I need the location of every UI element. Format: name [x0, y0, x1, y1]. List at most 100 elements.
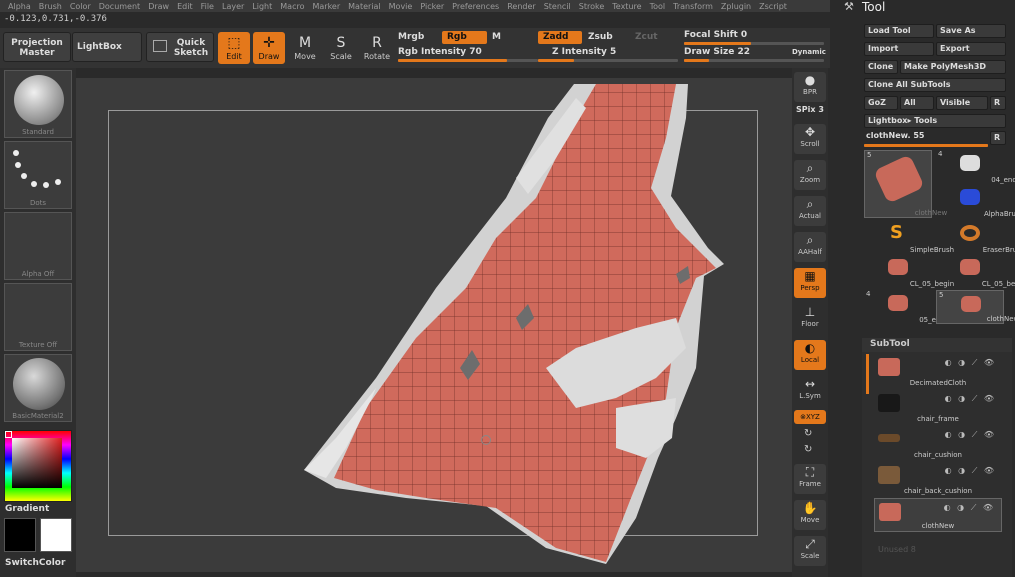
- color-picker[interactable]: [4, 430, 72, 502]
- xyz-button[interactable]: ⊗XYZ: [794, 410, 826, 424]
- floor-button[interactable]: ⊥ Floor: [794, 304, 826, 334]
- zcut-toggle[interactable]: Zcut: [635, 32, 658, 42]
- menu-item-preferences[interactable]: Preferences: [448, 2, 503, 11]
- scale-view-button[interactable]: ⤢ Scale: [794, 536, 826, 566]
- menu-item-tool[interactable]: Tool: [646, 2, 670, 11]
- subtool-visibility-icons[interactable]: ◐ ◑ ⟋ 👁: [944, 503, 995, 513]
- menu-item-render[interactable]: Render: [503, 2, 539, 11]
- goz-button[interactable]: GoZ: [864, 96, 898, 110]
- menu-item-stroke[interactable]: Stroke: [575, 2, 609, 11]
- rotate-small-icon[interactable]: ↻: [804, 428, 812, 439]
- mrgb-toggle[interactable]: Mrgb: [398, 32, 424, 42]
- scroll-button[interactable]: ✥ Scroll: [794, 124, 826, 154]
- menu-item-alpha[interactable]: Alpha: [4, 2, 35, 11]
- zoom-button[interactable]: ⌕ Zoom: [794, 160, 826, 190]
- z-intensity-slider[interactable]: [538, 59, 678, 62]
- edit-button[interactable]: ⬚ Edit: [218, 32, 250, 64]
- scale-button[interactable]: S Scale: [325, 32, 357, 64]
- subtool-item-chair-frame[interactable]: ◐ ◑ ⟋ 👁 chair_frame: [874, 390, 1002, 424]
- m-toggle[interactable]: M: [492, 32, 501, 42]
- brush-thumbnail[interactable]: Standard: [4, 70, 72, 138]
- color-square[interactable]: [12, 438, 62, 488]
- tool-item-clothnew[interactable]: 5 clothNew: [936, 290, 1015, 324]
- tool-item-05-end[interactable]: 4 05_end: [864, 290, 945, 324]
- menu-item-draw[interactable]: Draw: [144, 2, 173, 11]
- all-button[interactable]: All: [900, 96, 934, 110]
- tool-item-cl05-begin-2[interactable]: CL_05_begin: [936, 254, 1015, 288]
- actual-button[interactable]: ⌕ Actual: [794, 196, 826, 226]
- projection-master-button[interactable]: Projection Master: [3, 32, 71, 62]
- draw-button[interactable]: ✛ Draw: [253, 32, 285, 64]
- local-button[interactable]: ◐ Local: [794, 340, 826, 370]
- subtool-scroll-indicator[interactable]: [866, 354, 869, 394]
- menu-item-file[interactable]: File: [197, 2, 218, 11]
- menu-item-light[interactable]: Light: [248, 2, 276, 11]
- subtool-visibility-icons[interactable]: ◐ ◑ ⟋ 👁: [945, 358, 996, 368]
- save-as-button[interactable]: Save As: [936, 24, 1006, 38]
- draw-size-slider[interactable]: [684, 59, 824, 62]
- menu-item-brush[interactable]: Brush: [35, 2, 66, 11]
- export-button[interactable]: Export: [936, 42, 1006, 56]
- menu-item-zplugin[interactable]: Zplugin: [717, 2, 755, 11]
- frame-button[interactable]: ⛶ Frame: [794, 464, 826, 494]
- rotate-button[interactable]: R Rotate: [361, 32, 393, 64]
- focal-shift-slider[interactable]: [684, 42, 824, 45]
- subtool-item-decimatedcloth[interactable]: ◐ ◑ ⟋ 👁 DecimatedCloth: [874, 354, 1002, 388]
- dynamic-toggle[interactable]: Dynamic: [792, 48, 826, 56]
- subtool-item-clothnew[interactable]: ◐ ◑ ⟋ 👁 clothNew: [874, 498, 1002, 532]
- load-tool-button[interactable]: Load Tool: [864, 24, 934, 38]
- switch-color-label[interactable]: SwitchColor: [5, 558, 65, 568]
- menu-item-layer[interactable]: Layer: [218, 2, 248, 11]
- subtool-header[interactable]: SubTool: [862, 338, 1012, 352]
- alpha-thumbnail[interactable]: Alpha Off: [4, 212, 72, 280]
- menu-item-color[interactable]: Color: [66, 2, 95, 11]
- menu-item-edit[interactable]: Edit: [173, 2, 197, 11]
- spix-label[interactable]: SPix 3: [796, 105, 824, 114]
- menu-item-zscript[interactable]: Zscript: [755, 2, 791, 11]
- gradient-label[interactable]: Gradient: [5, 504, 49, 514]
- lsym-button[interactable]: ↔ L.Sym: [794, 376, 826, 406]
- menu-item-movie[interactable]: Movie: [385, 2, 417, 11]
- rgb-toggle[interactable]: Rgb: [442, 31, 487, 44]
- aahalf-button[interactable]: ⌕ AAHalf: [794, 232, 826, 262]
- rgb-intensity-slider[interactable]: [398, 59, 538, 62]
- current-tool-slider-label[interactable]: clothNew. 55: [866, 131, 924, 140]
- subtool-item-chair-cushion[interactable]: ◐ ◑ ⟋ 👁 chair_cushion: [874, 426, 1002, 460]
- move-button[interactable]: M Move: [289, 32, 321, 64]
- menu-item-material[interactable]: Material: [344, 2, 385, 11]
- visible-button[interactable]: Visible: [936, 96, 988, 110]
- zsub-toggle[interactable]: Zsub: [588, 32, 613, 42]
- rotate-small-icon-2[interactable]: ↻: [804, 444, 812, 455]
- make-polymesh-button[interactable]: Make PolyMesh3D: [900, 60, 1006, 74]
- secondary-color-swatch[interactable]: [40, 518, 72, 552]
- tool-item-04-end[interactable]: 4 04_end: [936, 150, 1015, 184]
- current-tool-slider[interactable]: [864, 144, 988, 147]
- clone-button[interactable]: Clone: [864, 60, 898, 74]
- stroke-thumbnail[interactable]: Dots: [4, 141, 72, 209]
- menu-item-transform[interactable]: Transform: [669, 2, 717, 11]
- zadd-toggle[interactable]: Zadd: [538, 31, 582, 44]
- lightbox-tools-button[interactable]: Lightbox▸ Tools: [864, 114, 1006, 128]
- tool-item-simplebrush[interactable]: S SimpleBrush: [864, 220, 954, 254]
- menu-item-stencil[interactable]: Stencil: [540, 2, 575, 11]
- tool-item-alphabrush[interactable]: AlphaBrush: [936, 184, 1015, 218]
- import-button[interactable]: Import: [864, 42, 934, 56]
- subtool-visibility-icons[interactable]: ◐ ◑ ⟋ 👁: [945, 430, 996, 440]
- tool-item-cl05-begin[interactable]: CL_05_begin: [864, 254, 954, 288]
- r-button[interactable]: R: [990, 96, 1006, 110]
- current-tool-r-button[interactable]: R: [990, 131, 1006, 145]
- subtool-visibility-icons[interactable]: ◐ ◑ ⟋ 👁: [945, 466, 996, 476]
- menu-item-document[interactable]: Document: [95, 2, 144, 11]
- clone-all-subtools-button[interactable]: Clone All SubTools: [864, 78, 1006, 92]
- lightbox-button[interactable]: LightBox: [72, 32, 142, 62]
- tool-item-clothnew-large[interactable]: 5 clothNew: [864, 150, 947, 218]
- texture-thumbnail[interactable]: Texture Off: [4, 283, 72, 351]
- move-view-button[interactable]: ✋ Move: [794, 500, 826, 530]
- material-thumbnail[interactable]: BasicMaterial2: [4, 354, 72, 422]
- menu-item-texture[interactable]: Texture: [608, 2, 645, 11]
- menu-item-marker[interactable]: Marker: [308, 2, 344, 11]
- subtool-item-chair-back-cushion[interactable]: ◐ ◑ ⟋ 👁 chair_back_cushion: [874, 462, 1002, 496]
- persp-button[interactable]: ▦ Persp: [794, 268, 826, 298]
- subtool-visibility-icons[interactable]: ◐ ◑ ⟋ 👁: [945, 394, 996, 404]
- main-color-swatch[interactable]: [4, 518, 36, 552]
